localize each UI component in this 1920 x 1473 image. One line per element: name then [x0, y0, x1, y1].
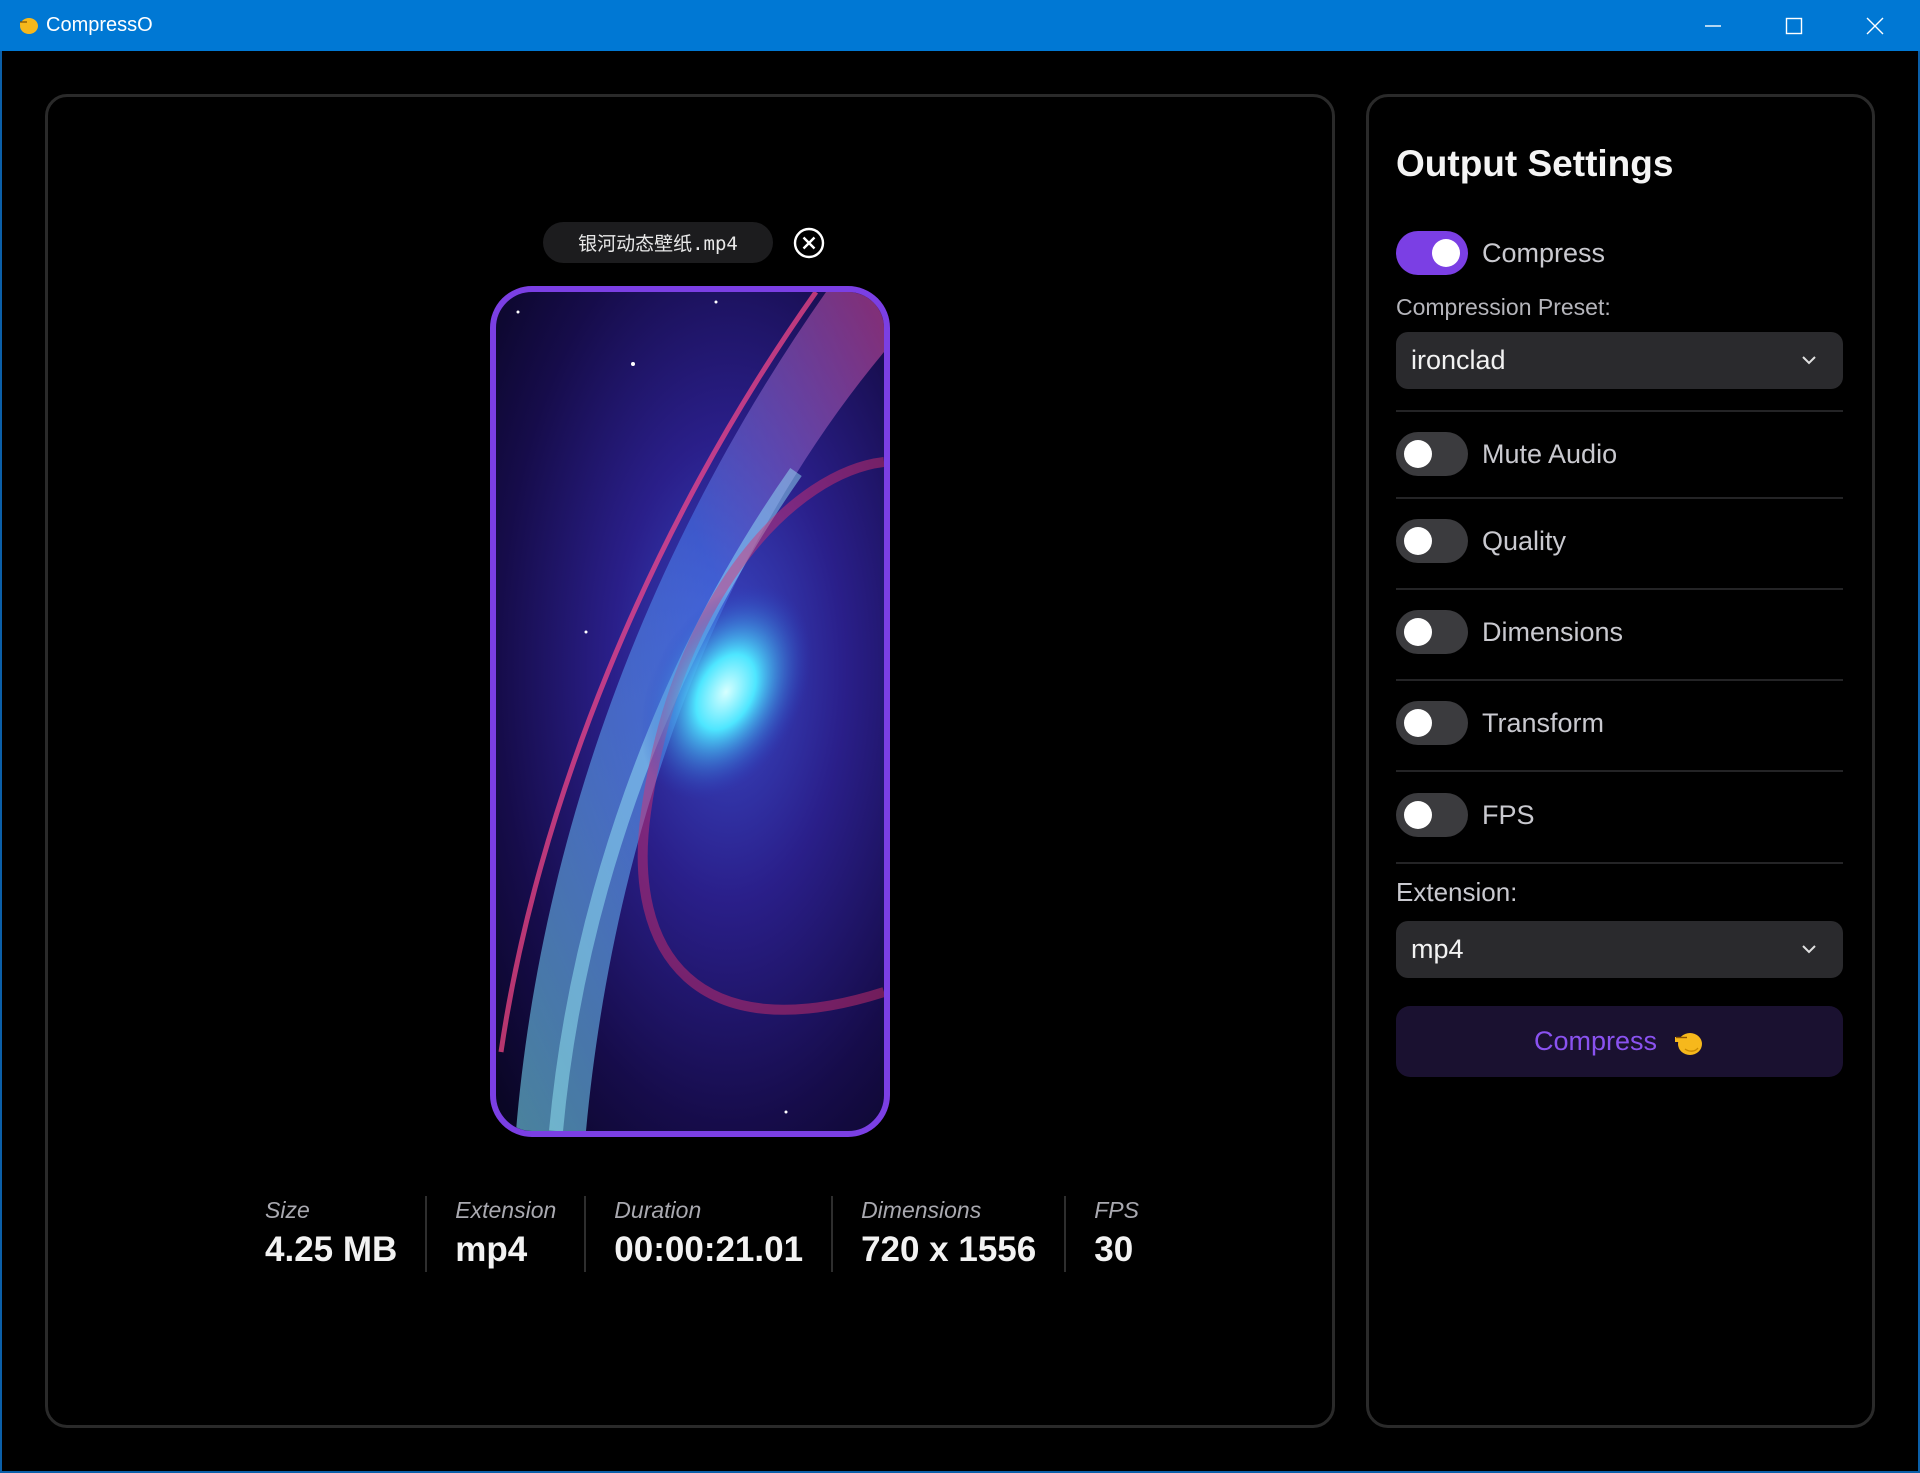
quality-row: Quality [1396, 519, 1843, 563]
mute-audio-row: Mute Audio [1396, 432, 1843, 476]
toggle-knob [1432, 239, 1460, 267]
divider [1396, 588, 1843, 590]
preset-select[interactable]: ironclad [1396, 332, 1843, 389]
transform-label: Transform [1482, 707, 1605, 738]
file-name-chip: 银河动态壁纸.mp4 [543, 222, 773, 263]
toggle-knob [1404, 440, 1432, 468]
fps-toggle[interactable] [1396, 793, 1468, 837]
preset-label: Compression Preset: [1396, 294, 1611, 320]
close-circle-icon [793, 227, 825, 259]
compress-toggle-row: Compress [1396, 231, 1843, 275]
remove-file-button[interactable] [792, 226, 826, 260]
close-icon [1866, 17, 1884, 34]
meta-fps: FPS 30 [1064, 1196, 1167, 1272]
divider [1396, 770, 1843, 772]
extension-label: Extension: [1396, 877, 1518, 907]
divider [1396, 862, 1843, 864]
title-bar: CompressO [0, 0, 1920, 51]
preset-value: ironclad [1411, 345, 1506, 375]
close-window-button[interactable] [1835, 0, 1915, 51]
pinch-hand-icon [1675, 1032, 1703, 1055]
minimize-button[interactable] [1673, 0, 1753, 51]
divider [1396, 410, 1843, 412]
dimensions-row: Dimensions [1396, 610, 1843, 654]
quality-label: Quality [1482, 525, 1567, 556]
extension-value: mp4 [1411, 934, 1464, 964]
meta-dimensions: Dimensions 720 x 1556 [831, 1196, 1064, 1272]
toggle-knob [1404, 618, 1432, 646]
toggle-knob [1404, 801, 1432, 829]
meta-extension: Extension mp4 [425, 1196, 584, 1272]
compresso-hand-icon [20, 18, 38, 34]
mute-audio-label: Mute Audio [1482, 438, 1618, 469]
transform-toggle[interactable] [1396, 701, 1468, 745]
settings-title: Output Settings [1396, 143, 1674, 184]
dimensions-label: Dimensions [1482, 616, 1624, 647]
video-metadata: Size 4.25 MB Extension mp4 Duration 00:0… [265, 1196, 1167, 1272]
chevron-down-icon [1802, 945, 1816, 954]
galaxy-thumbnail [498, 292, 884, 1131]
meta-duration: Duration 00:00:21.01 [584, 1196, 831, 1272]
video-preview[interactable] [490, 286, 890, 1137]
compress-button-label: Compress [1533, 1026, 1658, 1056]
divider [1396, 497, 1843, 499]
fps-row: FPS [1396, 793, 1843, 837]
divider [1396, 679, 1843, 681]
compress-button[interactable]: Compress [1396, 1006, 1843, 1077]
chevron-down-icon [1802, 356, 1816, 365]
transform-row: Transform [1396, 701, 1843, 745]
window-title: CompressO [46, 14, 153, 36]
minimize-icon [1705, 24, 1721, 27]
dimensions-toggle[interactable] [1396, 610, 1468, 654]
toggle-knob [1404, 527, 1432, 555]
toggle-knob [1404, 709, 1432, 737]
mute-audio-toggle[interactable] [1396, 432, 1468, 476]
compress-toggle-label: Compress [1482, 237, 1606, 268]
compress-toggle[interactable] [1396, 231, 1468, 275]
quality-toggle[interactable] [1396, 519, 1468, 563]
maximize-button[interactable] [1754, 0, 1834, 51]
extension-select[interactable]: mp4 [1396, 921, 1843, 978]
fps-label: FPS [1482, 799, 1535, 830]
maximize-icon [1785, 17, 1803, 34]
file-name: 银河动态壁纸.mp4 [578, 233, 738, 255]
meta-size: Size 4.25 MB [265, 1197, 398, 1269]
